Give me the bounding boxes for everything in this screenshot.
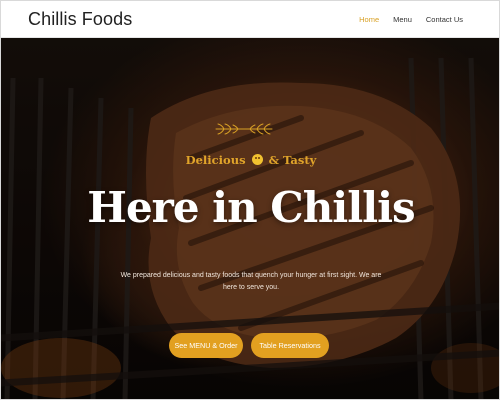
site-header: Chillis Foods Home Menu Contact Us	[1, 1, 499, 38]
hero-section: Delicious & Tasty Here in Chillis We pre…	[1, 38, 499, 399]
smiley-emoji-icon	[251, 154, 263, 165]
main-nav: Home Menu Contact Us	[359, 15, 463, 24]
nav-link-menu[interactable]: Menu	[393, 15, 412, 24]
see-menu-order-button[interactable]: See MENU & Order	[169, 333, 243, 358]
hero-intro-text: We prepared delicious and tasty foods th…	[120, 272, 382, 291]
tagline-text-before: Delicious	[185, 153, 246, 167]
tagline-text-after: & Tasty	[268, 153, 317, 167]
brand-logo[interactable]: Chillis Foods	[28, 9, 132, 30]
hero-headline: Here in Chillis	[87, 183, 415, 232]
laurel-branch-icon	[215, 123, 273, 135]
nav-link-contact[interactable]: Contact Us	[426, 15, 463, 24]
hero-tagline: Delicious & Tasty	[1, 153, 499, 167]
nav-link-home[interactable]: Home	[359, 15, 379, 24]
page: Chillis Foods Home Menu Contact Us Delic…	[0, 0, 500, 400]
table-reservations-button[interactable]: Table Reservations	[251, 333, 329, 358]
